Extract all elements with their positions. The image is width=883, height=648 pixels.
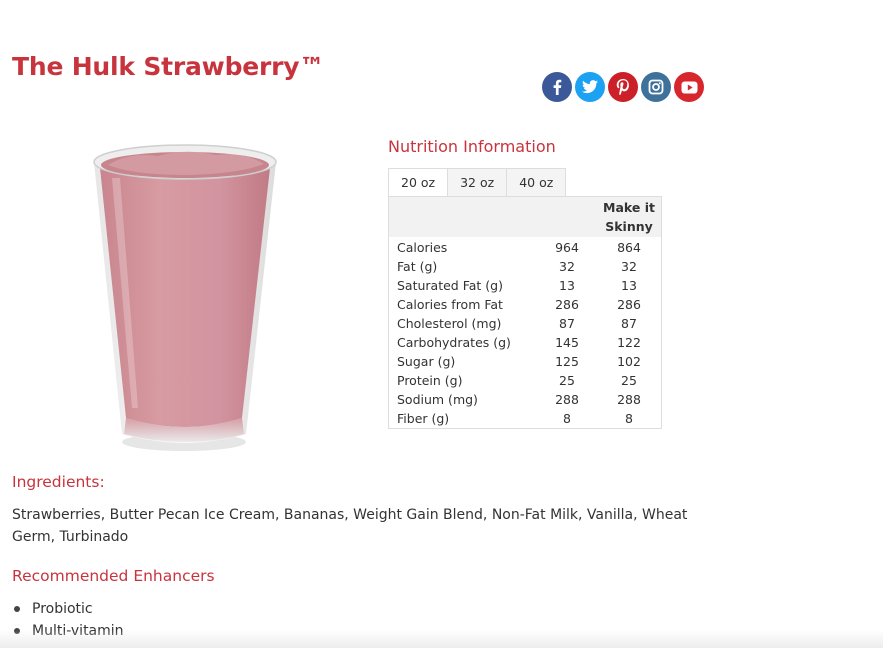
nutrient-value: 87	[559, 316, 575, 331]
nutrition-table: Make it Skinny Calories 964 864 Fat (g) …	[388, 196, 662, 429]
bottom-fade	[0, 630, 883, 648]
nutrient-label: Fiber (g)	[397, 411, 450, 426]
nutrient-label: Protein (g)	[397, 373, 463, 388]
pinterest-icon[interactable]	[608, 72, 638, 102]
header-label-blank	[389, 197, 538, 238]
skinny-header-line2: Skinny	[605, 219, 653, 234]
nutrient-skinny-value: 13	[621, 278, 637, 293]
table-row: Fiber (g) 8 8	[389, 409, 662, 429]
youtube-icon[interactable]	[674, 72, 704, 102]
nutrient-skinny-value: 102	[617, 354, 641, 369]
make-it-skinny-header: Make it Skinny	[597, 197, 662, 238]
nutrient-skinny-value: 32	[621, 259, 637, 274]
nutrient-value: 13	[559, 278, 575, 293]
nutrient-label: Calories	[397, 240, 448, 255]
tab-32-oz[interactable]: 32 oz	[448, 168, 508, 197]
enhancer-label: Probiotic	[32, 601, 93, 617]
nutrient-label: Calories from Fat	[397, 297, 503, 312]
table-row: Sodium (mg) 288 288	[389, 390, 662, 409]
nutrient-value: 32	[559, 259, 575, 274]
nutrient-label: Sugar (g)	[397, 354, 456, 369]
nutrient-value: 964	[555, 240, 579, 255]
nutrient-label: Saturated Fat (g)	[397, 278, 503, 293]
instagram-icon[interactable]	[641, 72, 671, 102]
nutrient-value: 145	[555, 335, 579, 350]
nutrient-label: Carbohydrates (g)	[397, 335, 511, 350]
table-row: Protein (g) 25 25	[389, 371, 662, 390]
nutrient-skinny-value: 288	[617, 392, 641, 407]
nutrient-skinny-value: 864	[617, 240, 641, 255]
product-image	[88, 138, 284, 458]
facebook-icon[interactable]	[542, 72, 572, 102]
nutrient-value: 286	[555, 297, 579, 312]
nutrient-skinny-value: 286	[617, 297, 641, 312]
nutrient-label: Cholesterol (mg)	[397, 316, 502, 331]
nutrient-value: 25	[559, 373, 575, 388]
table-row: Fat (g) 32 32	[389, 257, 662, 276]
product-title: The Hulk Strawberry™	[12, 52, 325, 81]
header-value-blank	[537, 197, 597, 238]
ingredients-heading: Ingredients:	[12, 473, 105, 491]
nutrition-heading: Nutrition Information	[388, 137, 556, 156]
nutrient-label: Fat (g)	[397, 259, 438, 274]
ingredients-text: Strawberries, Butter Pecan Ice Cream, Ba…	[12, 507, 688, 545]
nutrient-skinny-value: 25	[621, 373, 637, 388]
nutrient-value: 125	[555, 354, 579, 369]
nutrient-skinny-value: 122	[617, 335, 641, 350]
nutrient-skinny-value: 8	[625, 411, 633, 426]
skinny-header-line1: Make it	[603, 200, 655, 215]
nutrient-value: 288	[555, 392, 579, 407]
nutrition-table-header: Make it Skinny	[388, 196, 662, 238]
table-row: Cholesterol (mg) 87 87	[389, 314, 662, 333]
tab-40-oz[interactable]: 40 oz	[507, 168, 567, 197]
nutrient-value: 8	[563, 411, 571, 426]
list-item: Probiotic	[12, 598, 124, 620]
enhancers-heading: Recommended Enhancers	[12, 567, 215, 585]
bullet-icon	[14, 606, 20, 612]
nutrient-label: Sodium (mg)	[397, 392, 478, 407]
table-row: Sugar (g) 125 102	[389, 352, 662, 371]
social-links	[542, 72, 704, 102]
tab-20-oz[interactable]: 20 oz	[388, 168, 449, 197]
nutrient-skinny-value: 87	[621, 316, 637, 331]
twitter-icon[interactable]	[575, 72, 605, 102]
table-row: Carbohydrates (g) 145 122	[389, 333, 662, 352]
table-row: Saturated Fat (g) 13 13	[389, 276, 662, 295]
table-row: Calories from Fat 286 286	[389, 295, 662, 314]
size-tabs: 20 oz 32 oz 40 oz	[388, 168, 567, 197]
table-row: Calories 964 864	[389, 237, 662, 257]
